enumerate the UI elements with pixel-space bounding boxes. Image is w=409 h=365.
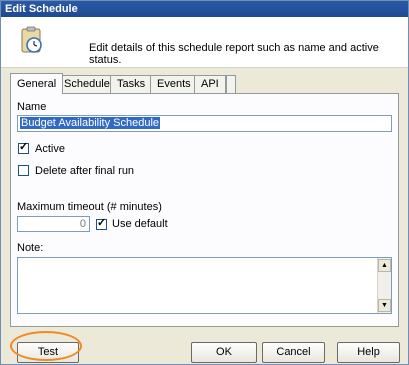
- tab-api[interactable]: API: [194, 75, 226, 93]
- help-button[interactable]: Help: [337, 342, 400, 363]
- test-button[interactable]: Test: [17, 342, 79, 363]
- delete-after-final-run-checkbox[interactable]: [18, 165, 29, 176]
- header-description: Edit details of this schedule report suc…: [89, 42, 379, 66]
- title-bar: Edit Schedule: [1, 1, 408, 17]
- button-bar: Test OK Cancel Help: [1, 335, 408, 365]
- note-scrollbar[interactable]: ▲ ▼: [377, 258, 391, 313]
- tab-events[interactable]: Events: [150, 75, 198, 93]
- scroll-down-icon[interactable]: ▼: [378, 299, 391, 312]
- active-checkbox[interactable]: ✓: [18, 141, 29, 154]
- window-title: Edit Schedule: [5, 3, 78, 15]
- edit-schedule-dialog: Edit Schedule Edit details of this sched…: [0, 0, 409, 365]
- tab-schedule[interactable]: Schedule: [57, 75, 117, 93]
- delete-after-final-run-label: Delete after final run: [35, 165, 135, 177]
- use-default-label: Use default: [112, 218, 168, 230]
- name-label: Name: [17, 101, 47, 113]
- use-default-checkbox[interactable]: ✓: [96, 217, 107, 230]
- general-panel: Name Budget Availability Schedule ✓ Acti…: [10, 93, 399, 327]
- tab-general[interactable]: General: [10, 73, 64, 94]
- tab-overflow: [226, 75, 236, 93]
- note-label: Note:: [17, 242, 44, 254]
- clipboard-clock-icon: [21, 26, 42, 53]
- scroll-up-icon[interactable]: ▲: [378, 259, 391, 272]
- timeout-input[interactable]: 0: [17, 216, 90, 232]
- check-mark-icon: ✓: [19, 141, 29, 153]
- check-mark-icon: ✓: [97, 217, 107, 229]
- cancel-button[interactable]: Cancel: [262, 342, 325, 363]
- active-label: Active: [35, 143, 65, 155]
- ok-button[interactable]: OK: [191, 342, 257, 363]
- dialog-header: Edit details of this schedule report suc…: [1, 17, 408, 68]
- note-textarea[interactable]: ▲ ▼: [17, 257, 392, 314]
- name-input[interactable]: Budget Availability Schedule: [17, 115, 392, 132]
- tab-tasks[interactable]: Tasks: [110, 75, 153, 93]
- timeout-label: Maximum timeout (# minutes): [17, 201, 162, 213]
